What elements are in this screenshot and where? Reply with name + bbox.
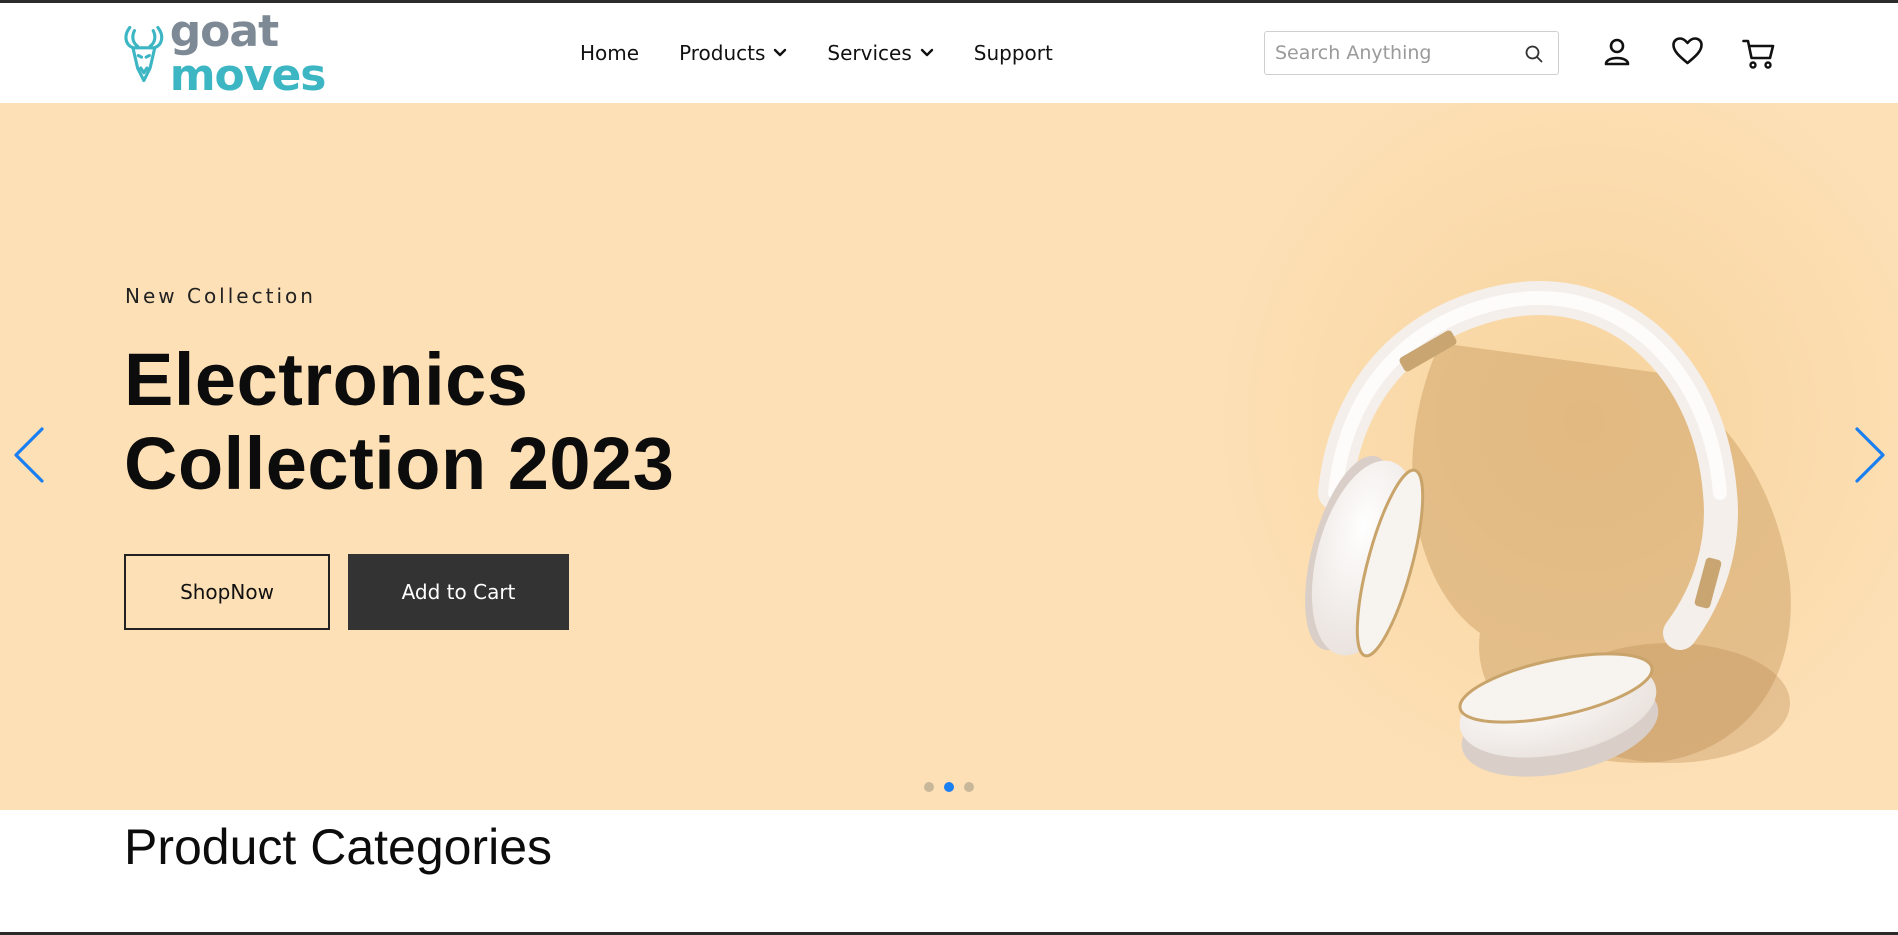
nav-products[interactable]: Products [679, 41, 787, 65]
carousel-dot-3[interactable] [964, 782, 974, 792]
nav-services-label: Services [827, 41, 912, 65]
carousel-indicators [924, 782, 974, 792]
search-icon[interactable] [1524, 44, 1544, 68]
nav-home-label: Home [580, 41, 640, 65]
user-icon[interactable] [1603, 37, 1631, 71]
hero-eyebrow: New Collection [125, 284, 316, 308]
search-input[interactable] [1265, 32, 1517, 74]
search-box [1264, 31, 1559, 75]
carousel-dot-2[interactable] [944, 782, 954, 792]
chevron-down-icon [773, 48, 787, 58]
carousel-dot-1[interactable] [924, 782, 934, 792]
cart-icon[interactable] [1742, 38, 1776, 74]
carousel-next-icon[interactable] [1853, 425, 1887, 489]
nav-support[interactable]: Support [974, 41, 1053, 65]
add-to-cart-button[interactable]: Add to Cart [348, 554, 569, 630]
shop-now-button[interactable]: ShopNow [124, 554, 330, 630]
hero-carousel: New Collection Electronics Collection 20… [0, 103, 1898, 810]
headphones-image [1305, 280, 1791, 777]
hero-headline-line1: Electronics [124, 338, 529, 421]
goat-logo-icon [124, 25, 164, 83]
product-categories-heading: Product Categories [124, 819, 553, 875]
hero-headline: Electronics Collection 2023 [124, 338, 674, 506]
heart-icon[interactable] [1671, 36, 1704, 70]
logo-wordmark: goat moves [170, 10, 387, 98]
site-header: goat moves Home Products Services Suppor… [0, 3, 1898, 103]
logo-word-moves: moves [169, 50, 327, 101]
nav-support-label: Support [973, 41, 1053, 65]
main-nav: Home Products Services Support [580, 3, 1093, 103]
site-logo[interactable]: goat moves [122, 10, 387, 98]
nav-home[interactable]: Home [580, 41, 639, 65]
nav-products-label: Products [679, 41, 766, 65]
carousel-prev-icon[interactable] [12, 425, 46, 489]
nav-services[interactable]: Services [827, 41, 933, 65]
hero-headline-line2: Collection 2023 [124, 422, 675, 505]
chevron-down-icon [920, 48, 934, 58]
